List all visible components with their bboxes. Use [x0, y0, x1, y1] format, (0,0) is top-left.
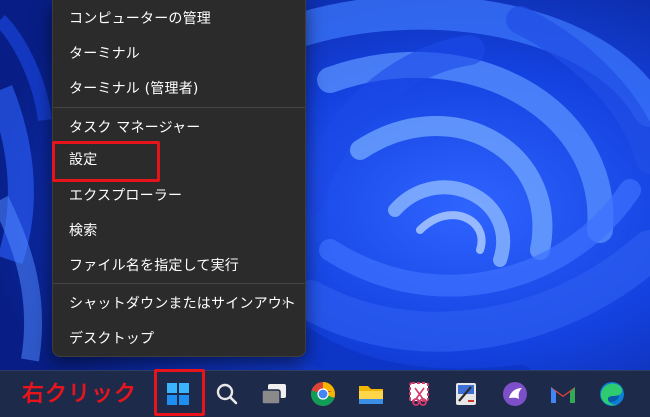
- menu-item-label: ターミナル (管理者): [69, 81, 199, 97]
- menu-item-label: タスク マネージャー: [69, 120, 201, 136]
- menu-separator: [53, 107, 305, 108]
- snipping-tool-icon[interactable]: [404, 379, 434, 409]
- menu-item-search[interactable]: 検索: [53, 214, 305, 246]
- chevron-right-icon: ›: [281, 295, 287, 310]
- file-explorer-icon[interactable]: [356, 379, 386, 409]
- menu-item-terminal-admin[interactable]: ターミナル (管理者): [53, 72, 305, 104]
- paint-icon[interactable]: [451, 379, 481, 409]
- wing-app-icon[interactable]: [500, 379, 530, 409]
- menu-item-task-manager[interactable]: タスク マネージャー: [53, 111, 305, 143]
- menu-item-run[interactable]: ファイル名を指定して実行: [53, 249, 305, 281]
- search-icon[interactable]: [212, 379, 242, 409]
- menu-item-label: ターミナル: [69, 46, 140, 62]
- edge-icon[interactable]: [597, 379, 627, 409]
- menu-item-desktop[interactable]: デスクトップ: [53, 322, 305, 354]
- settings-highlight-box: [52, 141, 160, 182]
- menu-item-shutdown-signout[interactable]: シャットダウンまたはサインアウト ›: [53, 287, 305, 319]
- menu-item-label: エクスプローラー: [69, 188, 183, 204]
- gmail-icon[interactable]: [548, 379, 578, 409]
- menu-item-computer-management[interactable]: コンピューターの管理: [53, 2, 305, 34]
- start-button-highlight-box: [154, 369, 205, 416]
- menu-separator: [53, 283, 305, 284]
- menu-item-label: シャットダウンまたはサインアウト: [69, 296, 297, 312]
- menu-item-label: ファイル名を指定して実行: [69, 258, 239, 274]
- menu-item-label: デスクトップ: [69, 331, 155, 347]
- menu-item-label: 検索: [69, 223, 98, 239]
- task-view-icon[interactable]: [259, 379, 289, 409]
- menu-item-label: コンピューターの管理: [69, 11, 211, 27]
- menu-item-terminal[interactable]: ターミナル: [53, 37, 305, 69]
- menu-item-file-explorer[interactable]: エクスプローラー: [53, 179, 305, 211]
- right-click-annotation: 右クリック: [22, 382, 138, 407]
- chrome-icon[interactable]: [308, 379, 338, 409]
